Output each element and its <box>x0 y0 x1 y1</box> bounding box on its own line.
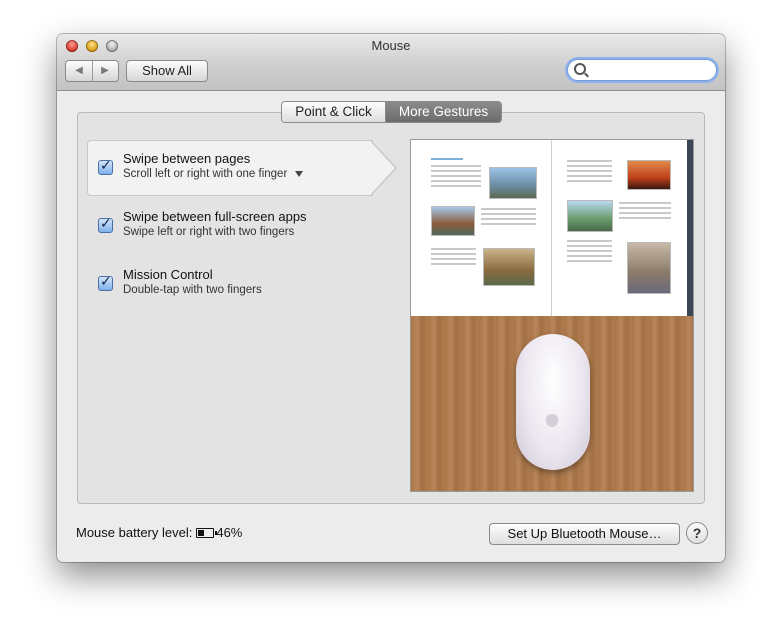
back-forward-control: ◀ ▶ <box>65 60 119 82</box>
battery-label: Mouse battery level: <box>76 525 193 540</box>
gesture-preview <box>410 139 694 492</box>
title-bar: Mouse ◀ ▶ Show All <box>57 34 725 91</box>
search-icon <box>574 63 586 75</box>
dropdown-arrow-icon[interactable] <box>295 170 304 177</box>
bridge-photo <box>567 200 613 232</box>
bridge-photo <box>431 206 475 236</box>
back-button[interactable]: ◀ <box>66 61 93 81</box>
battery-icon <box>196 527 218 538</box>
bridge-photo <box>483 248 535 286</box>
gesture-title: Swipe between full-screen apps <box>123 209 307 224</box>
full-screen-apps-checkbox[interactable] <box>98 216 113 233</box>
search-field[interactable] <box>567 59 717 81</box>
gesture-subtitle: Swipe left or right with two fingers <box>123 226 295 238</box>
back-arrow-icon: ◀ <box>75 65 83 76</box>
gestures-panel: Swipe between pages Scroll left or right… <box>77 112 705 504</box>
gesture-title: Mission Control <box>123 267 213 282</box>
gesture-subtitle: Double-tap with two fingers <box>123 284 262 296</box>
apple-logo-icon <box>546 414 558 427</box>
setup-bluetooth-mouse-button[interactable]: Set Up Bluetooth Mouse… <box>489 523 680 545</box>
gesture-title: Swipe between pages <box>123 151 251 166</box>
gesture-subtitle: Scroll left or right with one finger <box>123 168 304 180</box>
tower-bridge-photo <box>627 242 671 294</box>
battery-value: 46% <box>216 525 243 540</box>
selection-pointer-fill <box>370 141 395 195</box>
mission-control-checkbox[interactable] <box>98 274 113 291</box>
wooden-desk <box>411 316 693 491</box>
help-button[interactable]: ? <box>686 522 708 544</box>
battery-status: Mouse battery level: 46% <box>76 525 242 540</box>
bridge-photo <box>489 167 537 199</box>
tab-point-and-click[interactable]: Point & Click <box>282 102 386 122</box>
show-all-button[interactable]: Show All <box>126 60 208 82</box>
book-preview-image <box>411 140 693 316</box>
magic-mouse-image <box>516 334 590 470</box>
gesture-row-swipe-pages[interactable]: Swipe between pages Scroll left or right… <box>87 140 373 196</box>
gesture-row-mission-control[interactable]: Mission Control Double-tap with two fing… <box>88 259 378 311</box>
forward-button[interactable]: ▶ <box>92 61 118 81</box>
window-title: Mouse <box>371 38 411 53</box>
bridge-photo <box>627 160 671 190</box>
gesture-row-full-screen-apps[interactable]: Swipe between full-screen apps Swipe lef… <box>88 201 378 253</box>
tab-more-gestures[interactable]: More Gestures <box>386 102 501 122</box>
gesture-subtitle-text: Scroll left or right with one finger <box>123 168 288 180</box>
swipe-pages-checkbox[interactable] <box>98 158 113 175</box>
tab-bar: Point & Click More Gestures <box>281 101 502 123</box>
mouse-preferences-window: Mouse ◀ ▶ Show All Point & Click More Ge… <box>57 34 725 562</box>
forward-arrow-icon: ▶ <box>101 65 109 76</box>
